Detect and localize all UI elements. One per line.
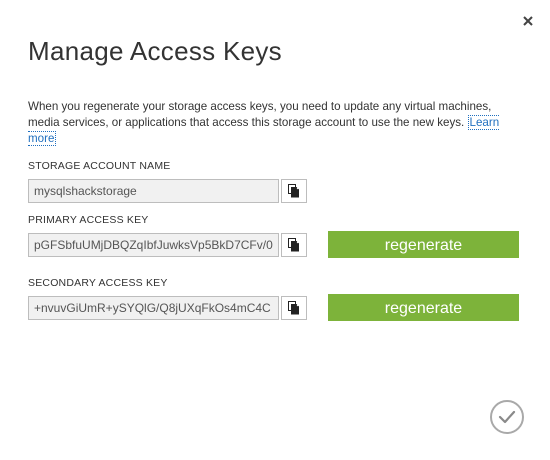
manage-access-keys-dialog: Manage Access Keys When you regenerate y… [0,0,550,460]
primary-access-key-field[interactable]: pGFSbfuUMjDBQZqIbfJuwksVp5BkD7CFv/0 [28,233,279,257]
dialog-title: Manage Access Keys [28,36,282,66]
checkmark-icon [498,410,516,424]
close-icon [523,16,533,26]
regenerate-primary-key-button[interactable]: regenerate [328,231,519,258]
secondary-access-key-field[interactable]: +nvuvGiUmR+ySYQlG/Q8jUXqFkOs4mC4C [28,296,279,320]
secondary-access-key-label: SECONDARY ACCESS KEY [28,277,168,289]
regenerate-secondary-key-button[interactable]: regenerate [328,294,519,321]
close-button[interactable] [520,13,536,29]
dialog-description: When you regenerate your storage access … [28,99,518,147]
copy-icon [288,238,299,252]
primary-access-key-label: PRIMARY ACCESS KEY [28,214,149,226]
copy-secondary-key-button[interactable] [281,296,307,320]
copy-primary-key-button[interactable] [281,233,307,257]
description-text: When you regenerate your storage access … [28,100,492,129]
copy-storage-account-name-button[interactable] [281,179,307,203]
copy-icon [288,301,299,315]
storage-account-name-label: STORAGE ACCOUNT NAME [28,160,171,172]
storage-account-name-field[interactable]: mysqlshackstorage [28,179,279,203]
ok-button[interactable] [490,400,524,434]
copy-icon [288,184,299,198]
